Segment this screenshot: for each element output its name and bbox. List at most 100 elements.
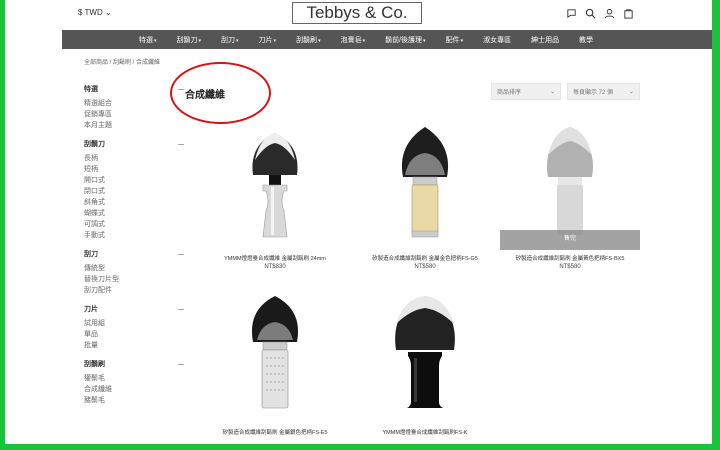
sold-out-label: 售完 xyxy=(563,236,576,242)
sidebar-section-header[interactable]: 刮鬍刷 xyxy=(84,359,184,369)
chevron-down-icon: ▾ xyxy=(362,37,366,44)
product-image xyxy=(205,294,345,424)
chevron-down-icon: ⌄ xyxy=(549,89,555,95)
product-card[interactable]: YMMM燈燈臺合成纖維刮鬍刷FS-K xyxy=(355,294,495,436)
sidebar-section-title: 刀片 xyxy=(84,306,98,313)
collapse-icon[interactable] xyxy=(178,253,184,255)
sidebar-item[interactable]: 手動式 xyxy=(84,230,184,241)
nav-item[interactable]: 淑女專區 xyxy=(483,35,511,45)
chevron-down-icon: ▾ xyxy=(460,37,464,44)
nav-item-label: 刮鬍刀 xyxy=(176,36,198,44)
chevron-down-icon: ▾ xyxy=(154,37,157,44)
currency-selector[interactable]: $ TWD ⌄ xyxy=(78,8,112,17)
sidebar-item[interactable]: 刮刀配件 xyxy=(84,285,184,296)
chat-icon[interactable] xyxy=(566,6,577,19)
sidebar-section: 特選精選組合 促銷專區 本月主題 xyxy=(84,84,184,131)
sidebar-item[interactable]: 可調式 xyxy=(84,219,184,230)
per-page-label: 每頁顯示 72 個 xyxy=(573,90,614,96)
nav-item-label: 泡膏皂 xyxy=(340,36,362,44)
search-icon[interactable] xyxy=(585,6,596,19)
sidebar-item[interactable]: 本月主題 xyxy=(84,120,184,131)
chevron-down-icon: ▾ xyxy=(273,37,277,44)
sidebar-item[interactable]: 開口式 xyxy=(84,175,184,186)
nav-item[interactable]: 刀片▾ xyxy=(259,35,277,45)
product-image xyxy=(355,120,495,250)
product-name: 矽製造合成纖維刮鬍刷 金屬黃色把柄FS-BX5 xyxy=(515,256,625,262)
sidebar-item[interactable]: 試用組 xyxy=(84,318,184,329)
product-price: NT$580 xyxy=(559,264,581,270)
sidebar-section-header[interactable]: 刮鬍刀 xyxy=(84,139,184,149)
chevron-down-icon: ▾ xyxy=(318,37,321,44)
collapse-icon[interactable] xyxy=(178,363,184,365)
collapse-icon[interactable] xyxy=(178,308,184,310)
nav-item[interactable]: 泡膏皂▾ xyxy=(341,35,366,45)
logo-text: Tebbys & Co. xyxy=(306,3,408,22)
sidebar-item[interactable]: 斜角式 xyxy=(84,197,184,208)
collapse-icon[interactable] xyxy=(178,143,184,145)
sidebar-item[interactable]: 傳統型 xyxy=(84,263,184,274)
sidebar-section: 刮鬍刀長柄 短柄 開口式 閉口式 斜角式 蝴蝶式 可調式 手動式 xyxy=(84,139,184,241)
cart-icon[interactable] xyxy=(623,6,634,19)
sidebar-section-title: 刮刀 xyxy=(84,251,98,258)
nav-item[interactable]: 配件▾ xyxy=(446,35,464,45)
sidebar-section-header[interactable]: 刮刀 xyxy=(84,249,184,259)
sidebar-item[interactable]: 短柄 xyxy=(84,164,184,175)
chevron-down-icon: ⌄ xyxy=(628,89,634,95)
nav-item[interactable]: 刮鬍刷▾ xyxy=(296,35,321,45)
product-name: 矽製造合成纖維刮鬍刷 金屬銀色把柄FS-E5 xyxy=(222,430,328,436)
category-sidebar: 特選 精選組合 促銷專區 本月主題 刮鬍刀 長柄 短柄 開口式 閉口式 斜角式 蝴蝶式 可調式 手動式刮… xyxy=(84,84,184,414)
site-logo[interactable]: Tebbys & Co. xyxy=(292,2,422,24)
sidebar-item[interactable]: 蝴蝶式 xyxy=(84,208,184,219)
sidebar-item[interactable]: 替換刀片型 xyxy=(84,274,184,285)
sidebar-item[interactable]: 促銷專區 xyxy=(84,109,184,120)
nav-item-label: 刮鬍刷 xyxy=(296,36,318,44)
main-nav: 特選▾ 刮鬍刀▾ 刮刀▾ 刀片▾ 刮鬍刷▾ 泡膏皂▾ 鬍前/後護理▾ 配件▾ 淑女專區 紳士用品教… xyxy=(62,30,712,49)
sidebar-section: 刮刀傳統型 替換刀片型 刮刀配件 xyxy=(84,249,184,296)
sidebar-item[interactable]: 單品 xyxy=(84,329,184,340)
sidebar-item[interactable]: 合成纖維 xyxy=(84,384,184,395)
sidebar-section-header[interactable]: 刀片 xyxy=(84,304,184,314)
nav-item-label: 淑女專區 xyxy=(483,36,512,44)
sidebar-item[interactable]: 閉口式 xyxy=(84,186,184,197)
nav-item-label: 紳士用品 xyxy=(531,36,560,44)
nav-item-label: 配件 xyxy=(445,36,460,44)
sidebar-item[interactable]: 獾鬃毛 xyxy=(84,373,184,384)
nav-item[interactable]: 刮鬍刀▾ xyxy=(177,35,202,45)
sidebar-section-title: 特選 xyxy=(84,86,98,93)
nav-item[interactable]: 刮刀▾ xyxy=(221,35,239,45)
nav-item-label: 鬍前/後護理 xyxy=(385,36,423,44)
chevron-down-icon: ▾ xyxy=(198,37,202,44)
product-price: NT$830 xyxy=(264,264,286,270)
sidebar-item[interactable]: 批量 xyxy=(84,340,184,351)
product-name: YMMM燈燈臺合成纖維 金屬刮鬍刷 24mm xyxy=(224,256,326,262)
per-page-select[interactable]: 每頁顯示 72 個 ⌄ xyxy=(567,83,640,100)
nav-item-label: 特選 xyxy=(139,36,153,44)
sidebar-item[interactable]: 豬鬃毛 xyxy=(84,395,184,406)
user-icon[interactable] xyxy=(604,6,615,19)
sidebar-section: 刀片 試用組 單品 批量 xyxy=(84,304,184,351)
currency-label: $ TWD xyxy=(78,8,103,17)
product-card[interactable]: 售完 矽製造合成纖維刮鬍刷 金屬黃色把柄FS-BX5 NT$580 xyxy=(500,120,640,270)
sold-out-banner: 售完 xyxy=(500,230,640,250)
product-card[interactable]: 矽製造合成纖維刮鬍刷 金屬銀色把柄FS-E5 xyxy=(205,294,345,436)
breadcrumb: 全部商品 / 刮鬍刷 / 合成纖維 xyxy=(84,60,161,66)
product-image xyxy=(355,294,495,424)
product-card[interactable]: 矽製造合成纖維刮鬍刷 金屬金色把柄FS-G5 NT$580 xyxy=(355,120,495,270)
nav-item[interactable]: 教學 xyxy=(579,35,593,45)
header-icons xyxy=(566,6,634,19)
nav-item-label: 教學 xyxy=(579,36,594,44)
sidebar-item[interactable]: 精選組合 xyxy=(84,98,184,109)
sort-select[interactable]: 商品排序 ⌄ xyxy=(491,83,561,100)
nav-item-label: 刀片 xyxy=(258,36,273,44)
nav-item[interactable]: 特選▾ xyxy=(139,35,157,45)
page-title: 合成纖維 xyxy=(185,90,225,101)
sidebar-item[interactable]: 長柄 xyxy=(84,153,184,164)
sidebar-section-title: 刮鬍刀 xyxy=(84,141,105,148)
sidebar-section-header[interactable]: 特選 xyxy=(84,84,184,94)
nav-item[interactable]: 紳士用品 xyxy=(531,35,559,45)
nav-item-label: 刮刀 xyxy=(221,36,236,44)
page-frame: $ TWD ⌄ Tebbys & Co. 特選▾ 刮鬍刀▾ 刮刀▾ 刀片▾ 刮鬍刷▾ 泡膏… xyxy=(5,0,712,444)
product-image xyxy=(205,120,345,250)
product-card[interactable]: YMMM燈燈臺合成纖維 金屬刮鬍刷 24mm NT$830 xyxy=(205,120,345,270)
nav-item[interactable]: 鬍前/後護理▾ xyxy=(385,35,425,45)
